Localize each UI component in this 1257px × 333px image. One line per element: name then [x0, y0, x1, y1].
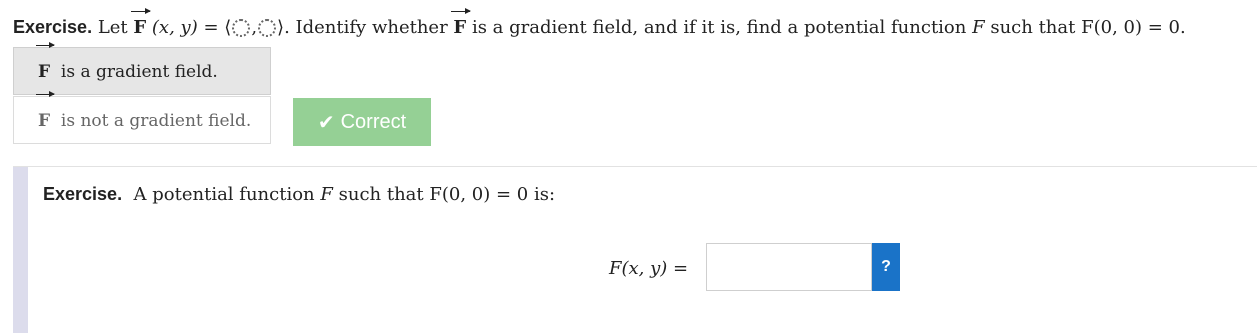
correct-feedback-button: ✔ Correct: [293, 98, 431, 146]
condition-text: F(0, 0) = 0.: [1081, 17, 1186, 38]
exercise-label: Exercise.: [43, 184, 123, 204]
loading-spinner-icon: [258, 19, 277, 37]
choice-not-gradient-field[interactable]: F is not a gradient field.: [13, 91, 271, 145]
answer-label: F(x, y) =: [609, 258, 689, 279]
condition-text: F(0, 0) = 0 is:: [429, 184, 556, 205]
choice-label: is not a gradient field.: [60, 111, 252, 131]
let-text: Let: [97, 17, 128, 38]
potential-F: F: [320, 184, 333, 205]
exercise-label: Exercise.: [13, 17, 93, 37]
equals-sign: =: [203, 17, 219, 38]
potential-text: A potential function: [133, 184, 315, 205]
open-angle: ⟨: [224, 17, 232, 38]
vector-F: F: [451, 8, 471, 42]
checkmark-icon: ✔: [317, 111, 335, 134]
gradient-text: is a gradient field, and if it is, find …: [471, 17, 967, 38]
exercise-side-bar: [13, 167, 28, 333]
exercise-prompt: Exercise. Let F (x, y) = ⟨, ⟩. Identify w…: [13, 8, 1186, 42]
answer-input[interactable]: [706, 243, 872, 291]
help-button[interactable]: ?: [872, 243, 900, 291]
such-that-text: such that: [990, 17, 1076, 38]
such-that-text: such that: [338, 184, 424, 205]
loading-spinner-icon: [232, 19, 251, 37]
exercise2-block: Exercise. A potential function F such th…: [13, 167, 1257, 333]
choice-gradient-field[interactable]: F is a gradient field.: [13, 42, 271, 96]
correct-label: Correct: [340, 110, 407, 133]
vector-F: F: [131, 8, 151, 42]
vector-F: F: [35, 91, 56, 145]
potential-F: F: [972, 17, 985, 38]
args-text: (x, y): [151, 17, 198, 38]
exercise2-prompt: Exercise. A potential function F such th…: [43, 180, 555, 209]
comma: ,: [251, 17, 258, 38]
vector-F: F: [35, 42, 56, 96]
identify-text: . Identify whether: [284, 17, 448, 38]
choice-label: is a gradient field.: [60, 62, 218, 82]
